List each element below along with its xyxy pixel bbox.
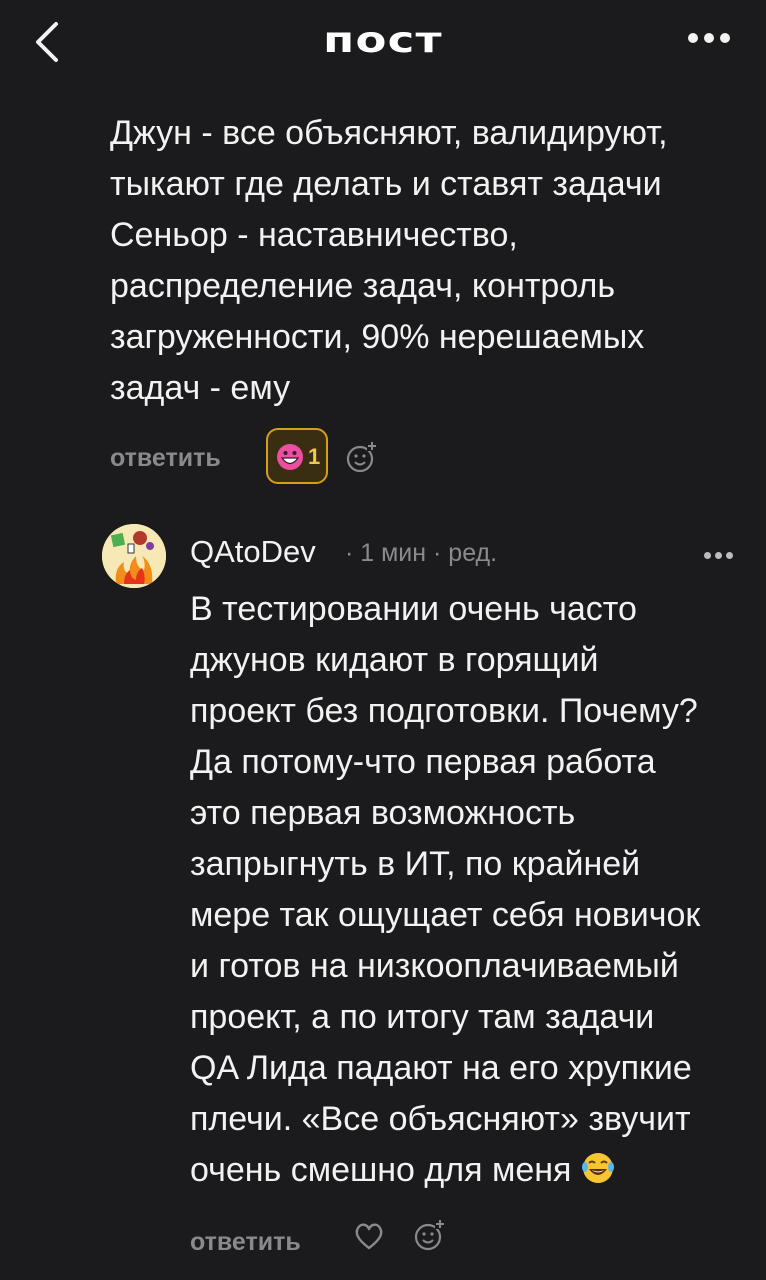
add-reaction-icon[interactable] [413,1218,447,1252]
reply-button[interactable]: ответить [190,1228,301,1257]
avatar[interactable] [102,524,166,588]
top-bar: пост [0,0,766,86]
heart-icon[interactable] [352,1220,386,1252]
add-reaction-icon[interactable] [345,440,379,474]
face-with-tears-of-joy-emoji [581,1153,614,1183]
grinning-face-emoji [277,444,303,470]
reply-button[interactable]: ответить [110,444,221,473]
more-options-button[interactable] [688,30,744,54]
page-title: пост [323,20,443,61]
more-horizontal-icon [704,552,711,559]
comment-more-button[interactable] [704,546,744,562]
comment-meta: · 1 мин · ред. [345,539,498,567]
reaction-chip[interactable]: 1 [266,428,328,484]
comment-author[interactable]: QAtoDev [190,534,316,570]
comment-body: В тестировании очень часто джунов кидают… [190,584,750,1196]
comment-text: В тестировании очень часто джунов кидают… [190,590,701,1189]
more-horizontal-icon [688,33,698,43]
avatar-image [102,524,166,588]
previous-comment-text: Джун - все объясняют, валидируют, тыкают… [110,114,668,407]
reaction-count: 1 [308,444,321,469]
